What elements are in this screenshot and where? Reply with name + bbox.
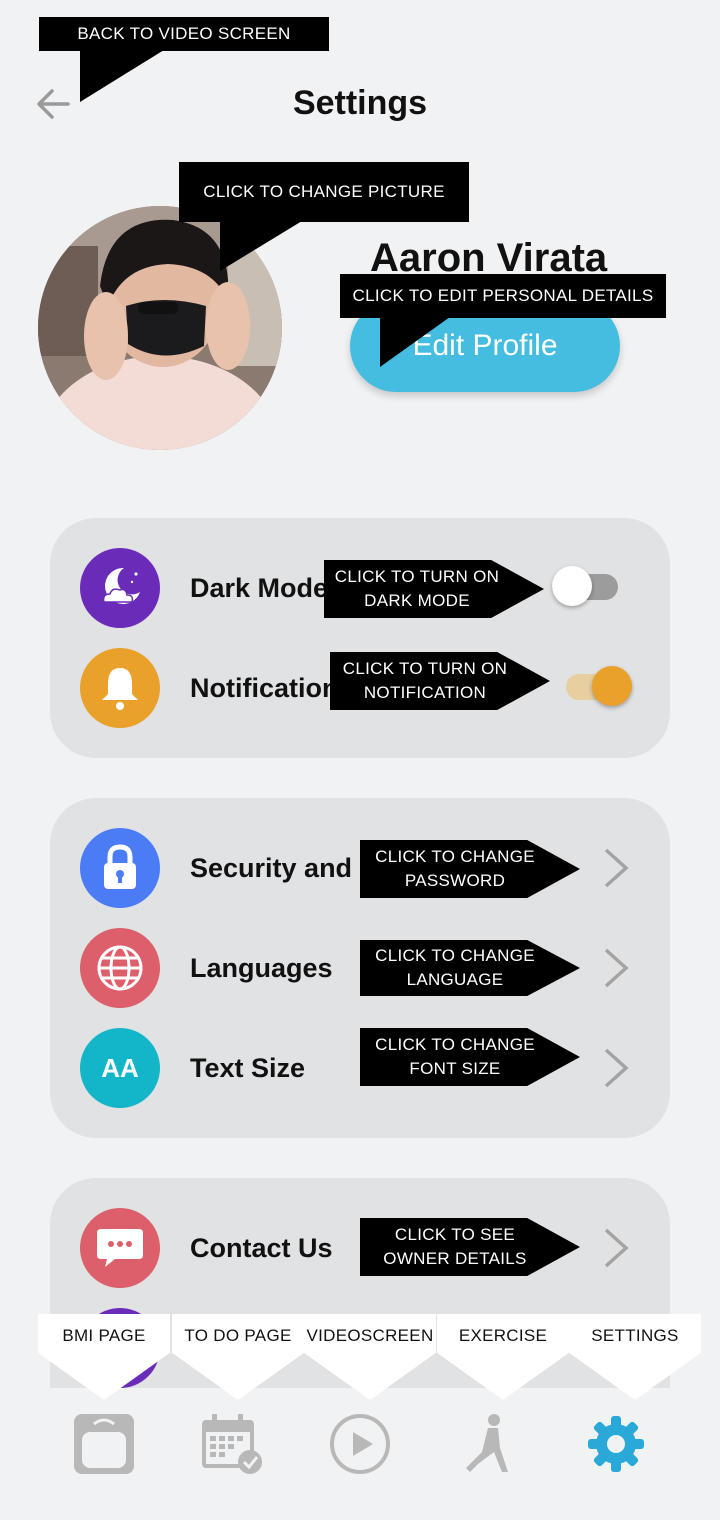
play-circle-icon[interactable] — [328, 1412, 392, 1476]
notification-toggle[interactable] — [566, 666, 632, 710]
chevron-right-icon[interactable] — [600, 1226, 634, 1270]
callout-line: CLICK TO TURN ON — [334, 567, 500, 586]
callout-line: FONT SIZE — [409, 1059, 501, 1078]
chat-icon — [80, 1208, 160, 1288]
notification-label: Notification — [190, 673, 339, 703]
scale-icon[interactable] — [72, 1412, 136, 1476]
callout-line: CLICK TO CHANGE — [375, 847, 535, 866]
callout-line: NOTIFICATION — [363, 683, 487, 702]
languages-label: Languages — [190, 953, 333, 983]
gear-icon[interactable] — [584, 1412, 648, 1476]
chevron-right-icon[interactable] — [600, 1046, 634, 1090]
lunge-person-icon[interactable] — [456, 1412, 520, 1476]
dark-mode-label: Dark Mode — [190, 573, 329, 603]
callout-back: BACK TO VIDEO SCREEN — [39, 17, 329, 51]
callout-picture: CLICK TO CHANGE PICTURE — [179, 162, 469, 222]
callout-edit: CLICK TO EDIT PERSONAL DETAILS — [340, 274, 666, 318]
page-title: Settings — [292, 84, 428, 122]
chevron-right-icon[interactable] — [600, 946, 634, 990]
callout-line: CLICK TO TURN ON — [342, 659, 508, 678]
callout-line: CLICK TO CHANGE — [375, 1035, 535, 1054]
callout-line: LANGUAGE — [406, 970, 504, 989]
callout-line: CLICK TO CHANGE — [375, 946, 535, 965]
callout-line: DARK MODE — [364, 591, 470, 610]
text-size-icon-glyph: AA — [101, 1052, 139, 1083]
text-size-label: Text Size — [190, 1053, 306, 1083]
lock-icon — [80, 828, 160, 908]
bell-icon — [80, 648, 160, 728]
callout-line: OWNER DETAILS — [383, 1249, 527, 1268]
text-size-icon: AA — [80, 1028, 160, 1108]
callout-line: PASSWORD — [404, 871, 506, 890]
calendar-check-icon[interactable] — [200, 1412, 264, 1476]
dark-mode-toggle[interactable] — [552, 566, 618, 610]
contact-us-label: Contact Us — [190, 1233, 333, 1263]
chevron-right-icon[interactable] — [600, 846, 634, 890]
preferences-card — [50, 518, 670, 758]
moon-cloud-icon — [80, 548, 160, 628]
callout-line: CLICK TO SEE — [394, 1225, 516, 1244]
globe-icon — [80, 928, 160, 1008]
